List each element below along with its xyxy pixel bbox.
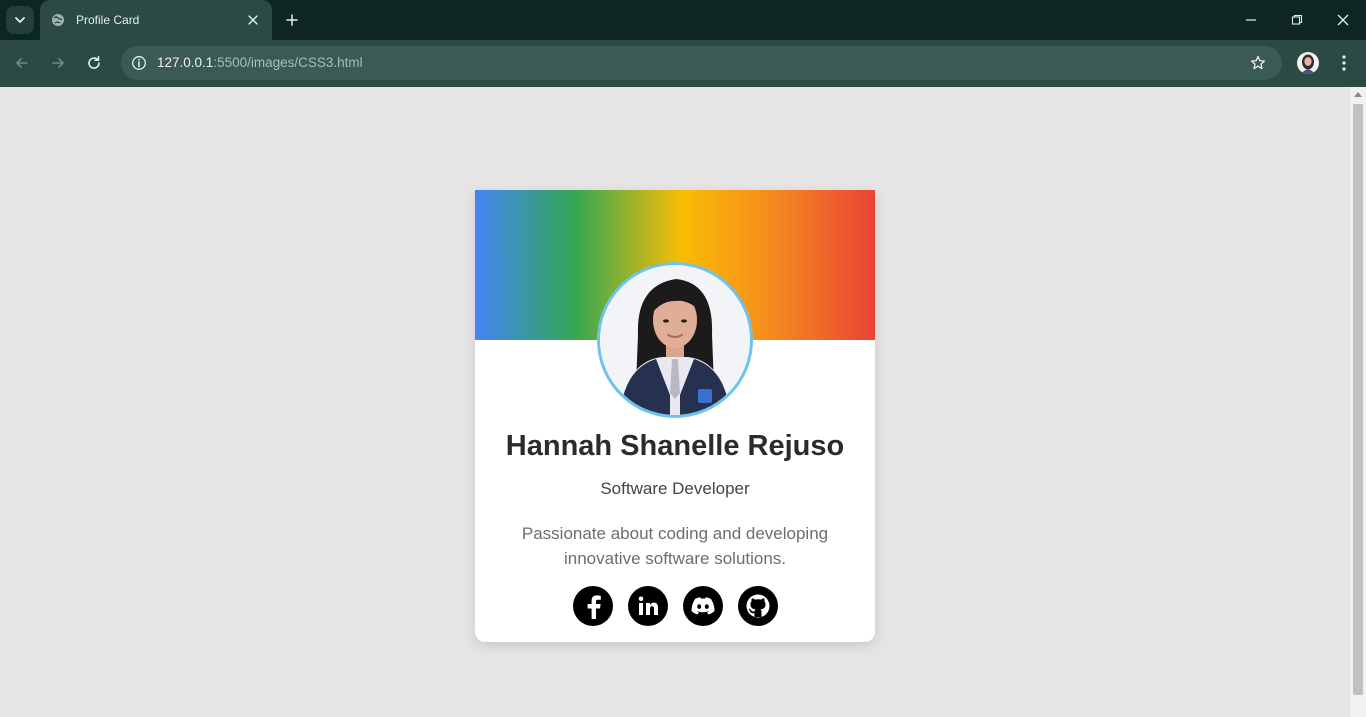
restore-icon [1291, 14, 1303, 25]
forward-button[interactable] [44, 49, 72, 77]
new-tab-button[interactable] [282, 10, 302, 30]
profile-role: Software Developer [600, 479, 750, 498]
tab-search-button[interactable] [6, 6, 34, 34]
minimize-icon [1246, 19, 1256, 21]
github-icon [746, 594, 769, 618]
discord-link[interactable] [682, 586, 723, 626]
linkedin-icon [638, 596, 658, 615]
user-avatar-icon [1301, 54, 1315, 74]
site-info-icon[interactable] [127, 51, 151, 75]
profile-name: Hannah Shanelle Rejuso [505, 430, 845, 462]
plus-icon [286, 14, 298, 26]
chevron-down-icon [15, 17, 25, 23]
tab-title: Profile Card [76, 13, 140, 27]
browser-menu-button[interactable] [1332, 49, 1356, 77]
url-path: :5500/images/CSS3.html [213, 55, 363, 70]
github-link[interactable] [737, 586, 778, 626]
back-button[interactable] [8, 49, 36, 77]
globe-icon [50, 12, 66, 28]
discord-icon [691, 597, 714, 615]
facebook-link[interactable] [572, 586, 613, 626]
scroll-up-arrow-icon[interactable] [1354, 92, 1362, 97]
facebook-icon [587, 595, 601, 619]
profile-photo [597, 262, 753, 418]
scroll-thumb[interactable] [1353, 104, 1363, 695]
close-tab-icon[interactable] [244, 11, 262, 29]
bookmark-star-icon[interactable] [1248, 53, 1268, 73]
linkedin-link[interactable] [627, 586, 668, 626]
more-vertical-icon [1342, 55, 1346, 71]
profile-card: Hannah Shanelle Rejuso Software Develope… [475, 190, 875, 642]
vertical-scrollbar[interactable] [1350, 87, 1366, 717]
minimize-button[interactable] [1228, 0, 1274, 40]
social-links [475, 586, 875, 626]
arrow-left-icon [16, 58, 28, 68]
page-viewport: Hannah Shanelle Rejuso Software Develope… [0, 87, 1366, 717]
url-text[interactable]: 127.0.0.1:5500/images/CSS3.html [157, 55, 363, 70]
address-bar[interactable]: 127.0.0.1:5500/images/CSS3.html [121, 46, 1282, 80]
profile-avatar[interactable] [1297, 52, 1319, 74]
tab-strip: Profile Card [0, 0, 1366, 40]
arrow-right-icon [52, 58, 64, 68]
close-window-button[interactable] [1320, 0, 1366, 40]
tab-profile-card[interactable]: Profile Card [40, 0, 272, 40]
browser-toolbar: 127.0.0.1:5500/images/CSS3.html [0, 40, 1366, 87]
url-host: 127.0.0.1 [157, 55, 214, 70]
close-icon [1337, 14, 1349, 26]
restore-button[interactable] [1274, 0, 1320, 40]
reload-button[interactable] [80, 49, 108, 77]
reload-icon [88, 56, 100, 69]
profile-bio: Passionate about coding and developing i… [521, 524, 829, 568]
